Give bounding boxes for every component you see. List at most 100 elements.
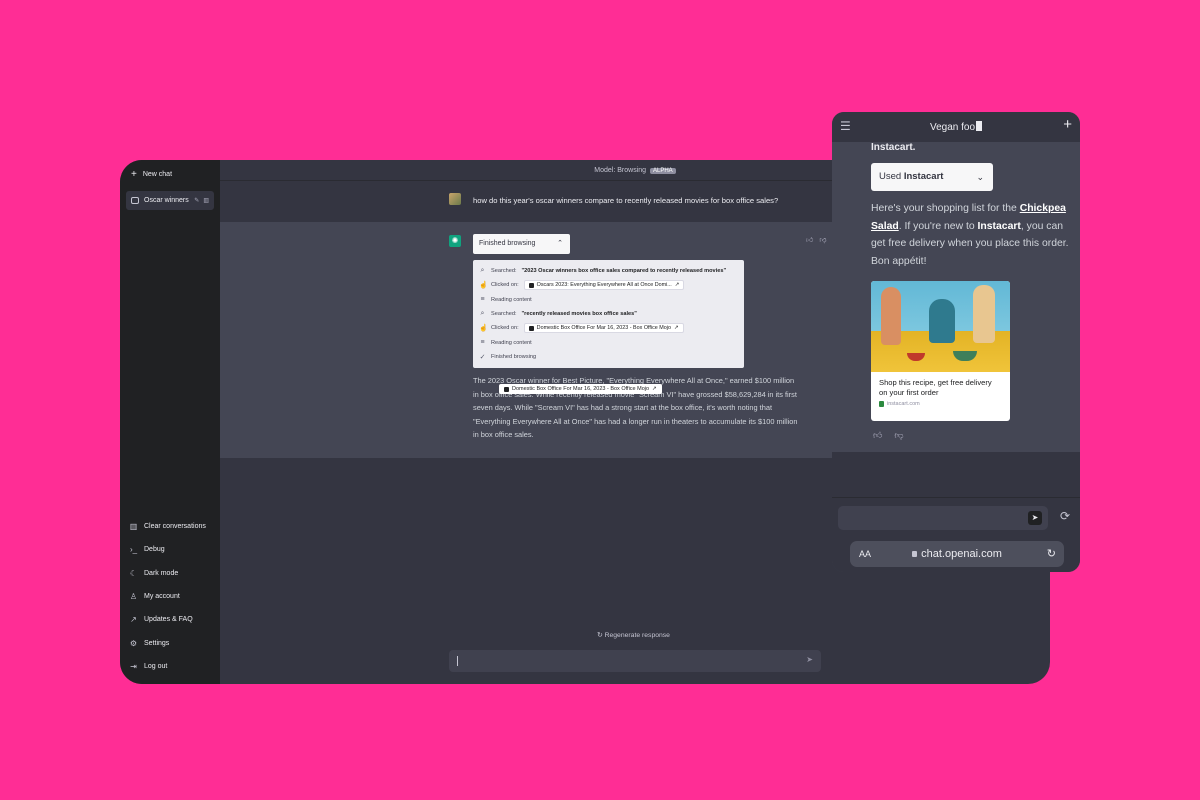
sidebar-item-label: Dark mode: [144, 569, 179, 577]
sidebar-item-my-account[interactable]: ♙ My account: [126, 585, 214, 608]
moon-icon: ☾: [129, 568, 138, 578]
trash-icon[interactable]: ▥: [203, 197, 209, 204]
sidebar: + New chat Oscar winners ✎ ▥ ▥ Clear con…: [120, 160, 220, 684]
sidebar-item-label: My account: [144, 592, 180, 600]
chevron-up-icon: ⌃: [557, 240, 563, 247]
used-plugin-toggle[interactable]: Used Instacart ⌄: [871, 163, 993, 191]
mobile-assistant-message: Here's your shopping list for the Chickp…: [871, 200, 1077, 270]
model-label: Model: Browsing: [594, 167, 647, 174]
instacart-recipe-card[interactable]: Shop this recipe, get free delivery on y…: [871, 281, 1010, 421]
mobile-chat-body: Instacart. Used Instacart ⌄ Here's your …: [832, 142, 1080, 452]
browse-step: ≡ Reading content: [479, 335, 738, 349]
send-icon[interactable]: ➤: [1028, 511, 1042, 525]
regenerate-label: Regenerate response: [604, 632, 670, 639]
plugin-name: Instacart: [903, 171, 944, 182]
thumbs-up-icon[interactable]: 👍︎: [873, 430, 882, 441]
message-input[interactable]: ➤: [449, 650, 821, 672]
conversation-label: Oscar winners: [144, 197, 189, 204]
step-prefix: Searched:: [491, 268, 517, 275]
new-chat-plus-icon[interactable]: +: [1063, 117, 1072, 132]
sidebar-item-label: Log out: [144, 662, 168, 670]
conversation-item[interactable]: Oscar winners ✎ ▥: [126, 191, 214, 210]
thumbs-up-icon[interactable]: 👍︎: [806, 235, 813, 244]
sidebar-item-label: Clear conversations: [144, 523, 206, 531]
browse-step: ☝ Clicked on: Domestic Box Office For Ma…: [479, 321, 738, 335]
step-prefix: Clicked on:: [491, 325, 519, 332]
browsing-steps-panel: ⌕ Searched: "2023 Oscar winners box offi…: [473, 260, 744, 368]
chat-bubble-icon: [131, 197, 139, 204]
edit-icon[interactable]: ✎: [194, 197, 199, 204]
mobile-input-area: ➤ ⟳ AA chat.openai.com ↻: [832, 498, 1080, 572]
plus-icon: +: [131, 169, 137, 180]
recipe-caption: Shop this recipe, get free delivery on y…: [879, 378, 992, 398]
step-prefix: Reading content: [491, 296, 532, 303]
msg-part: Here's your shopping list for the: [871, 203, 1020, 214]
sidebar-item-label: Updates & FAQ: [144, 616, 193, 624]
sidebar-item-label: Debug: [144, 546, 165, 554]
thumbs-down-icon[interactable]: 👎︎: [894, 430, 903, 441]
sidebar-item-settings[interactable]: ⚙ Settings: [126, 631, 214, 654]
text-caret: [457, 656, 458, 666]
msg-bold: Instacart: [977, 220, 1021, 232]
source-chip[interactable]: Oscars 2023: Everything Everywhere All a…: [523, 280, 685, 291]
search-icon: ⌕: [480, 267, 485, 275]
terminal-icon: ›_: [129, 545, 138, 555]
step-prefix: Searched:: [491, 311, 517, 318]
browse-step: ✓ Finished browsing: [479, 350, 738, 364]
gear-icon: ⚙: [129, 638, 138, 648]
sidebar-item-label: Settings: [144, 639, 170, 647]
mobile-message-input[interactable]: ➤: [838, 506, 1048, 530]
search-query: "recently released movies box office sal…: [521, 311, 637, 318]
sidebar-item-dark-mode[interactable]: ☾ Dark mode: [126, 562, 214, 585]
search-icon: ⌕: [480, 310, 485, 318]
sidebar-item-clear-conversations[interactable]: ▥ Clear conversations: [126, 515, 214, 538]
new-chat-button[interactable]: + New chat: [126, 166, 214, 183]
site-favicon-icon: [528, 282, 534, 288]
citation-tooltip[interactable]: Domestic Box Office For Mar 16, 2023 - B…: [499, 384, 662, 394]
refresh-icon: ↻: [597, 632, 603, 639]
mobile-title-text: Vegan foo: [929, 122, 976, 133]
instacart-logo-icon: [879, 400, 884, 407]
click-icon: ☝: [479, 282, 488, 290]
sidebar-menu: ▥ Clear conversations ›_ Debug ☾ Dark mo…: [126, 515, 214, 678]
text-cursor: [976, 121, 983, 131]
sidebar-item-updates-faq[interactable]: ↗ Updates & FAQ: [126, 608, 214, 631]
lock-icon: [912, 551, 918, 557]
check-circle-icon: ✓: [479, 353, 486, 361]
assistant-avatar-icon: ✺: [449, 235, 461, 247]
msg-part: . If you're new to: [898, 220, 978, 232]
previous-text: Instacart.: [871, 142, 916, 153]
site-favicon-icon: [528, 325, 534, 331]
source-chip-label: Oscars 2023: Everything Everywhere All a…: [536, 282, 672, 289]
source-chip-label: Domestic Box Office For Mar 16, 2023 - B…: [536, 325, 671, 332]
search-query: "2023 Oscar winners box office sales com…: [521, 268, 727, 275]
browse-step: ⌕ Searched: "2023 Oscar winners box offi…: [479, 264, 738, 278]
browser-url-bar[interactable]: AA chat.openai.com ↻: [850, 541, 1064, 567]
send-icon[interactable]: ➤: [806, 655, 813, 664]
browse-step: ☝ Clicked on: Oscars 2023: Everything Ev…: [479, 278, 738, 292]
step-prefix: Reading content: [491, 339, 532, 346]
chevron-down-icon: ⌄: [976, 172, 984, 182]
browse-step: ≡ Reading content: [479, 293, 738, 307]
trash-icon: ▥: [129, 522, 138, 532]
recipe-source: instacart.com: [871, 399, 1010, 409]
alpha-badge: ALPHA: [650, 168, 676, 174]
logout-icon: ⇥: [130, 661, 137, 671]
reload-icon[interactable]: ↻: [1047, 547, 1056, 560]
refresh-icon[interactable]: ⟳: [1060, 510, 1070, 522]
site-favicon-icon: [504, 386, 509, 392]
user-message: how do this year's oscar winners compare…: [473, 196, 779, 205]
sidebar-item-debug[interactable]: ›_ Debug: [126, 538, 214, 561]
finished-browsing-toggle[interactable]: Finished browsing ⌃: [473, 234, 570, 254]
regenerate-button[interactable]: ↻ Regenerate response: [597, 631, 670, 639]
user-icon: ♙: [129, 591, 138, 601]
step-prefix: Clicked on:: [491, 282, 519, 289]
used-prefix: Used: [879, 171, 904, 182]
external-link-icon: ↗: [130, 615, 137, 625]
source-chip[interactable]: Domestic Box Office For Mar 16, 2023 - B…: [523, 323, 684, 334]
sidebar-item-log-out[interactable]: ⇥ Log out: [126, 655, 214, 678]
thumbs-down-icon[interactable]: 👎︎: [819, 235, 826, 244]
finished-browsing-label: Finished browsing: [479, 240, 536, 247]
mobile-window: ☰ Vegan foo + Instacart. Used Instacart …: [832, 112, 1080, 572]
url-text: chat.openai.com: [921, 548, 1002, 560]
